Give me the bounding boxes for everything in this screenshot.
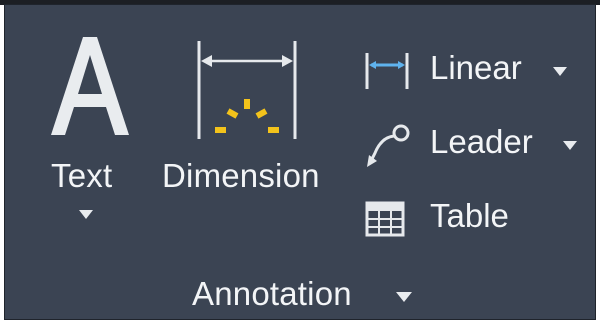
table-tool-label: Table [430,197,509,234]
linear-dimension-icon [365,53,409,89]
leader-tool-button[interactable]: Leader [355,121,595,167]
linear-tool-button[interactable]: Linear [355,47,585,93]
panel-title: Annotation [192,275,352,312]
caret-down-icon[interactable] [396,292,412,302]
table-icon [365,201,405,237]
leader-tool-label: Leader [430,123,533,160]
caret-down-icon[interactable] [79,210,93,219]
text-icon [51,37,129,135]
caret-down-icon[interactable] [563,141,577,150]
annotation-panel: Text Dimension Linear Leader Table Annot… [4,4,596,320]
linear-tool-label: Linear [430,49,522,86]
leader-icon [367,124,410,167]
caret-down-icon[interactable] [553,67,567,76]
dimension-tool-label: Dimension [162,157,320,194]
table-tool-button[interactable]: Table [355,195,525,241]
dimension-icon [197,41,297,139]
text-tool-label: Text [51,157,113,194]
